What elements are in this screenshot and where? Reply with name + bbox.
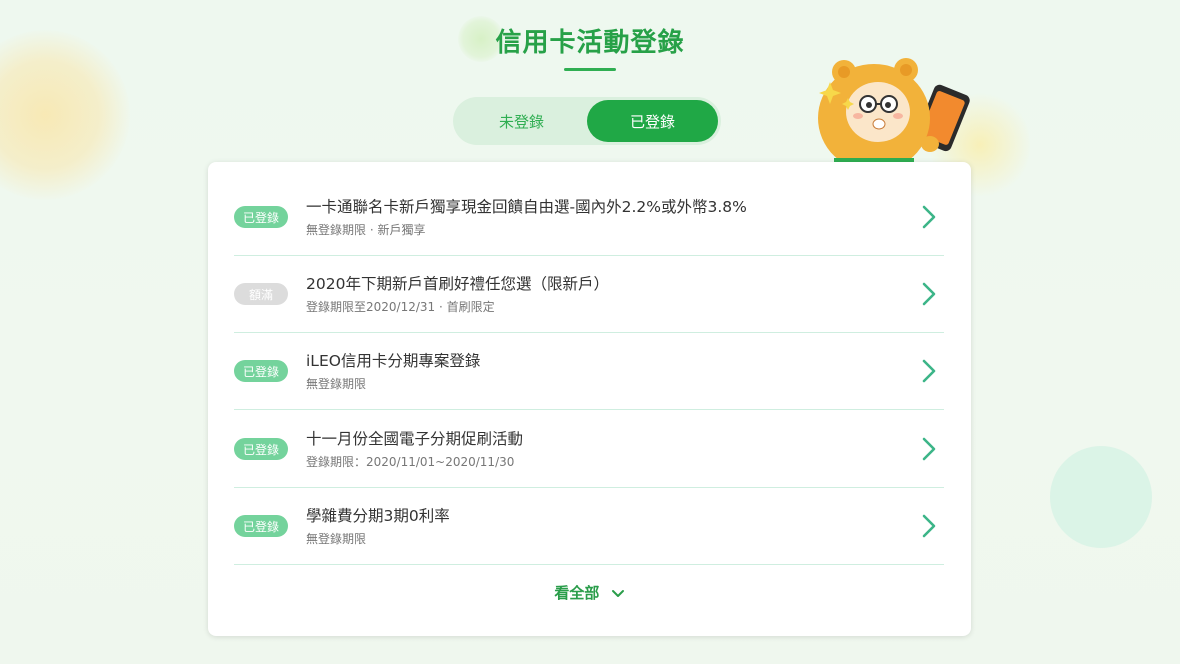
item-subtitle: 無登錄期限 [306, 532, 367, 546]
status-tab-switch: 未登錄 已登錄 [453, 97, 721, 145]
item-title: iLEO信用卡分期專案登錄 [306, 352, 481, 370]
list-item[interactable]: 已登錄 十一月份全國電子分期促刷活動 登錄期限：2020/11/01~2020/… [234, 411, 944, 488]
item-subtitle: 無登錄期限 · 新戶獨享 [306, 223, 426, 237]
item-subtitle: 登錄期限至2020/12/31 · 首刷限定 [306, 300, 495, 314]
status-badge: 已登錄 [234, 515, 288, 537]
list-item[interactable]: 額滿 2020年下期新戶首刷好禮任您選（限新戶） 登錄期限至2020/12/31… [234, 256, 944, 333]
item-title: 2020年下期新戶首刷好禮任您選（限新戶） [306, 275, 609, 293]
list-item[interactable]: 已登錄 iLEO信用卡分期專案登錄 無登錄期限 [234, 333, 944, 410]
item-subtitle: 登錄期限：2020/11/01~2020/11/30 [306, 455, 515, 469]
status-badge: 已登錄 [234, 360, 288, 382]
status-badge: 已登錄 [234, 206, 288, 228]
decor-mint-circle [1050, 446, 1152, 548]
tab-unregistered[interactable]: 未登錄 [456, 100, 587, 142]
item-title: 學雜費分期3期0利率 [306, 507, 450, 525]
page-title: 信用卡活動登錄 [495, 28, 685, 58]
chevron-right-icon [922, 359, 936, 383]
status-badge: 額滿 [234, 283, 288, 305]
activity-list-card: 已登錄 一卡通聯名卡新戶獨享現金回饋自由選-國內外2.2%或外幣3.8% 無登錄… [208, 162, 971, 636]
see-all-button[interactable]: 看全部 [208, 582, 971, 603]
tab-registered[interactable]: 已登錄 [587, 100, 718, 142]
chevron-right-icon [922, 205, 936, 229]
chevron-right-icon [922, 514, 936, 538]
see-all-label: 看全部 [554, 584, 600, 602]
chevron-right-icon [922, 437, 936, 461]
item-subtitle: 無登錄期限 [306, 377, 367, 391]
lion-mascot-icon [818, 58, 970, 168]
item-title: 十一月份全國電子分期促刷活動 [306, 430, 524, 448]
chevron-down-icon [611, 589, 624, 597]
status-badge: 已登錄 [234, 438, 288, 460]
chevron-right-icon [922, 282, 936, 306]
list-item[interactable]: 已登錄 學雜費分期3期0利率 無登錄期限 [234, 488, 944, 565]
item-title: 一卡通聯名卡新戶獨享現金回饋自由選-國內外2.2%或外幣3.8% [306, 198, 747, 216]
title-underline [564, 68, 616, 71]
list-item[interactable]: 已登錄 一卡通聯名卡新戶獨享現金回饋自由選-國內外2.2%或外幣3.8% 無登錄… [234, 179, 944, 256]
page: 信用卡活動登錄 未登錄 已登錄 已登錄 一卡通聯名卡新戶獨享現金回饋自由選-國內… [0, 0, 1180, 664]
